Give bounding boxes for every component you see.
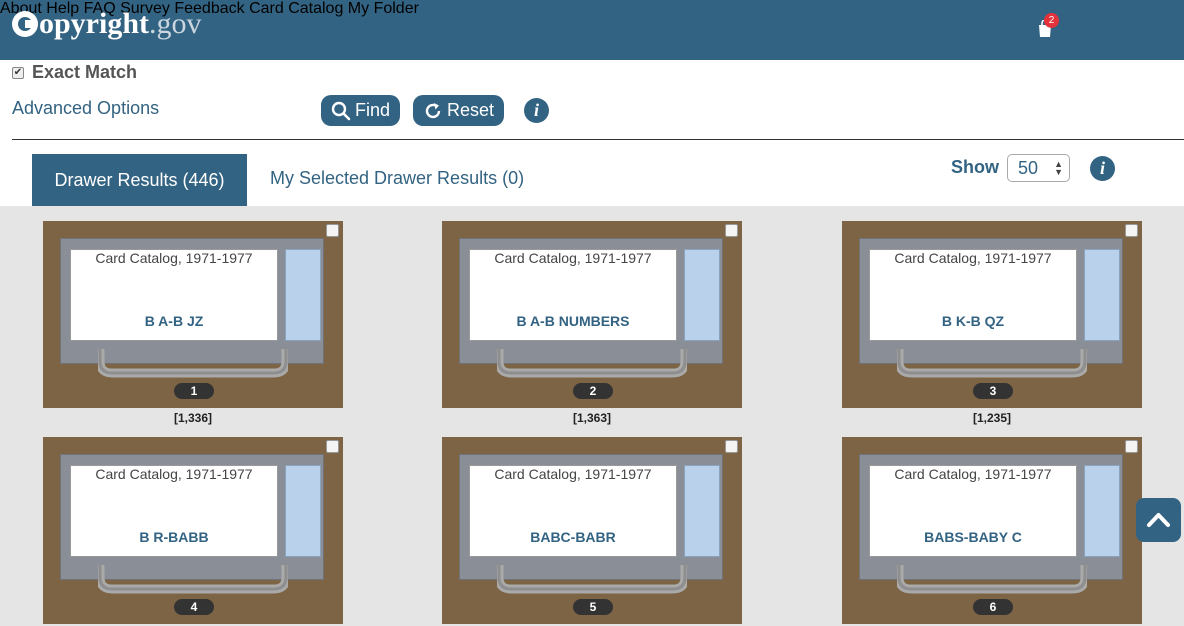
- drawer-select-checkbox[interactable]: [326, 440, 339, 453]
- drawer-number: 3: [973, 383, 1013, 399]
- drawer-tile[interactable]: Card Catalog, 1971-1977 B A-B JZ 1: [43, 221, 343, 408]
- drawer-catalog: Card Catalog, 1971-1977: [894, 466, 1052, 482]
- drawer-label-card: Card Catalog, 1971-1977 BABC-BABR: [469, 465, 677, 557]
- drawer-range: BABC-BABR: [530, 529, 616, 545]
- reset-button[interactable]: Reset: [413, 95, 504, 126]
- drawer-select-checkbox[interactable]: [1125, 224, 1138, 237]
- drawer-select-checkbox[interactable]: [1125, 440, 1138, 453]
- exact-match-checkbox[interactable]: ✔: [12, 66, 24, 79]
- drawer-tile[interactable]: Card Catalog, 1971-1977 B K-B QZ 3: [842, 221, 1142, 408]
- drawer-handle-icon: [897, 565, 1087, 594]
- drawer-number: 1: [174, 383, 214, 399]
- tab-drawer-results[interactable]: Drawer Results (446): [32, 154, 247, 206]
- copyright-gov-logo[interactable]: opyright .gov: [12, 7, 202, 47]
- drawer-catalog: Card Catalog, 1971-1977: [894, 250, 1052, 266]
- results-per-page-select[interactable]: 50 ▲ ▼: [1007, 154, 1070, 182]
- drawer-handle-icon: [98, 565, 288, 594]
- drawer-results-grid: Card Catalog, 1971-1977 B A-B JZ 1 [1,33…: [0, 206, 1184, 626]
- drawer-tile[interactable]: Card Catalog, 1971-1977 B R-BABB 4: [43, 437, 343, 624]
- drawer-slot: [1084, 249, 1120, 341]
- info-icon[interactable]: i: [1090, 156, 1115, 181]
- cart-button[interactable]: 2: [1036, 13, 1059, 38]
- exact-match-label: Exact Match: [32, 62, 138, 82]
- select-arrows-icon: ▲ ▼: [1054, 159, 1063, 177]
- drawer-number: 4: [174, 599, 214, 615]
- drawer-slot: [684, 465, 720, 557]
- drawer-catalog: Card Catalog, 1971-1977: [95, 250, 253, 266]
- drawer-card-count: [1,363]: [572, 411, 612, 425]
- divider: [12, 139, 1184, 140]
- back-to-top-button[interactable]: [1136, 498, 1181, 542]
- drawer-select-checkbox[interactable]: [725, 224, 738, 237]
- exact-match-option[interactable]: ✔ Exact Match: [12, 62, 137, 83]
- nav-my-folder[interactable]: My Folder: [348, 0, 419, 17]
- search-icon: [331, 101, 351, 120]
- drawer-tile[interactable]: Card Catalog, 1971-1977 BABC-BABR 5: [442, 437, 742, 624]
- drawer-card-count: [1,336]: [173, 411, 213, 425]
- drawer-select-checkbox[interactable]: [725, 440, 738, 453]
- drawer-number: 2: [573, 383, 613, 399]
- drawer-label-card: Card Catalog, 1971-1977 B A-B NUMBERS: [469, 249, 677, 341]
- refresh-icon: [425, 102, 441, 118]
- drawer-handle-icon: [497, 565, 687, 594]
- drawer-label-card: Card Catalog, 1971-1977 B A-B JZ: [70, 249, 278, 341]
- drawer-range: BABS-BABY C: [924, 529, 1022, 545]
- drawer-handle-icon: [897, 349, 1087, 378]
- drawer-handle-icon: [98, 349, 288, 378]
- drawer-label-card: Card Catalog, 1971-1977 B K-B QZ: [869, 249, 1077, 341]
- info-icon[interactable]: i: [524, 98, 549, 123]
- drawer-select-checkbox[interactable]: [326, 224, 339, 237]
- drawer-range: B A-B NUMBERS: [516, 313, 630, 329]
- reset-button-label: Reset: [446, 100, 494, 120]
- drawer-label-card: Card Catalog, 1971-1977 BABS-BABY C: [869, 465, 1077, 557]
- drawer-number: 6: [973, 599, 1013, 615]
- drawer-catalog: Card Catalog, 1971-1977: [494, 466, 652, 482]
- cart-count-badge: 2: [1044, 13, 1059, 28]
- drawer-label-card: Card Catalog, 1971-1977 B R-BABB: [70, 465, 278, 557]
- drawer-catalog: Card Catalog, 1971-1977: [494, 250, 652, 266]
- find-button-label: Find: [354, 100, 390, 120]
- drawer-range: B A-B JZ: [144, 313, 204, 329]
- drawer-tile[interactable]: Card Catalog, 1971-1977 BABS-BABY C 6: [842, 437, 1142, 624]
- chevron-up-icon: [1147, 513, 1170, 527]
- drawer-catalog: Card Catalog, 1971-1977: [95, 466, 253, 482]
- results-per-page-value: 50: [1018, 158, 1039, 178]
- logo-tld: .gov: [149, 7, 202, 40]
- logo-word: opyright: [39, 7, 150, 40]
- tab-my-selected-drawer-results[interactable]: My Selected Drawer Results (0): [270, 168, 524, 189]
- nav-card-catalog[interactable]: Card Catalog: [249, 0, 343, 17]
- drawer-number: 5: [573, 599, 613, 615]
- drawer-card-count: [1,235]: [972, 411, 1012, 425]
- drawer-slot: [285, 249, 321, 341]
- drawer-slot: [285, 465, 321, 557]
- drawer-slot: [1084, 465, 1120, 557]
- top-navigation-bar: opyright .gov About Help FAQ Survey Feed…: [0, 0, 1184, 60]
- drawer-slot: [684, 249, 720, 341]
- drawer-tile[interactable]: Card Catalog, 1971-1977 B A-B NUMBERS 2: [442, 221, 742, 408]
- drawer-handle-icon: [497, 349, 687, 378]
- drawer-range: B K-B QZ: [941, 313, 1005, 329]
- show-label: Show: [951, 157, 999, 177]
- advanced-options-link[interactable]: Advanced Options: [12, 98, 159, 119]
- copyright-c-icon: [12, 11, 38, 37]
- find-button[interactable]: Find: [321, 95, 400, 126]
- drawer-range: B R-BABB: [139, 529, 209, 545]
